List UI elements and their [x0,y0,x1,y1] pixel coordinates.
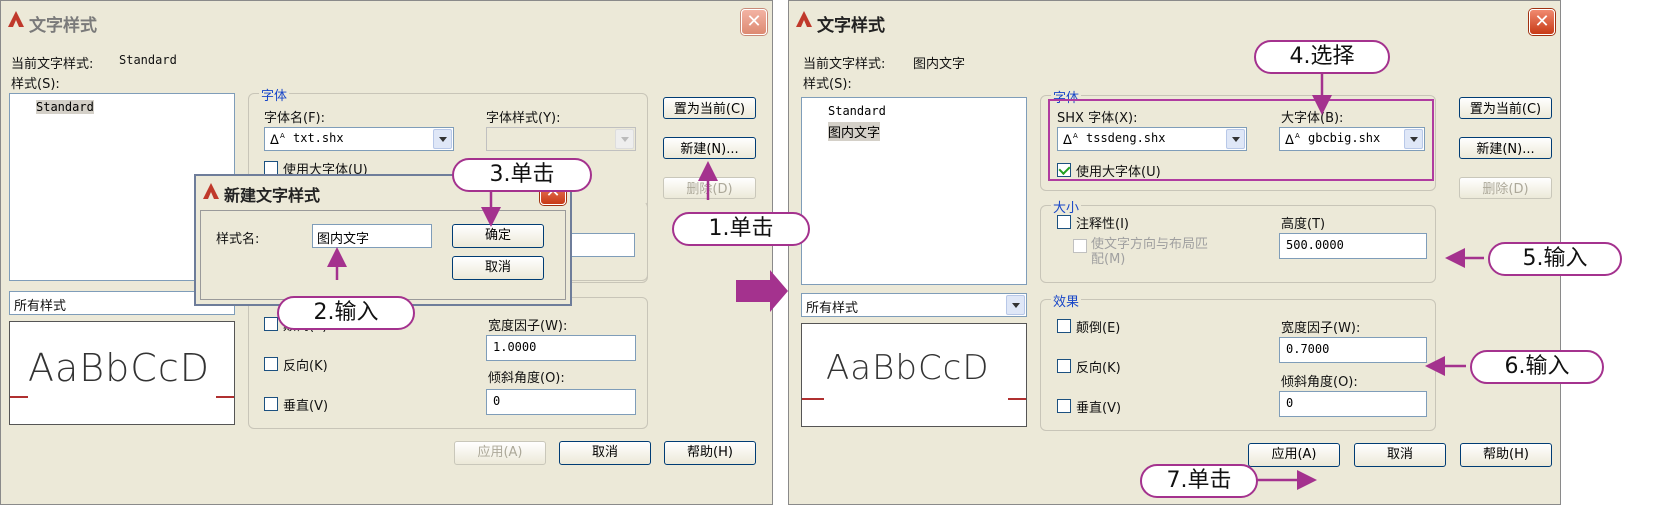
callout-step-1: 1.单击 [672,212,810,246]
annotation-arrows [327,74,1484,490]
callout-step-7: 7.单击 [1140,464,1258,498]
callout-step-5: 5.输入 [1488,242,1622,276]
callout-step-4: 4.选择 [1254,40,1390,74]
callout-step-2: 2.输入 [277,296,415,330]
transition-arrow-icon [736,270,788,312]
callout-step-6: 6.输入 [1470,350,1604,384]
callout-step-3: 3.单击 [452,158,592,192]
